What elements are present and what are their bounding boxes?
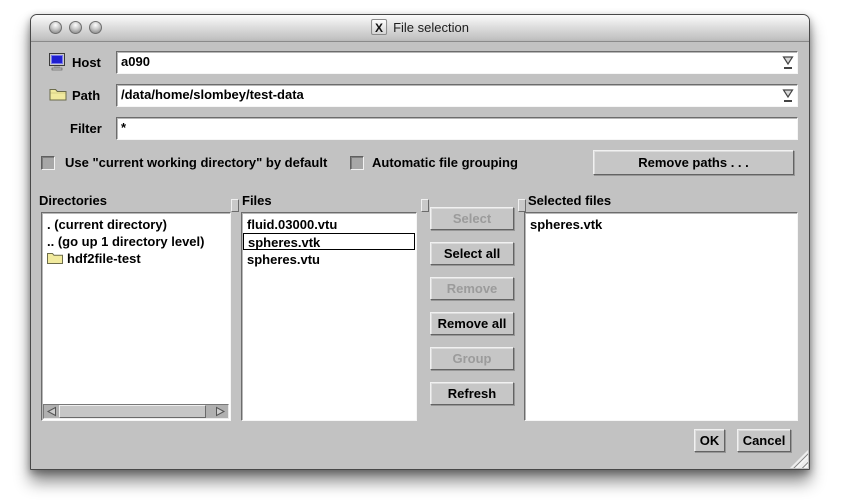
list-item[interactable]: .. (go up 1 directory level) [43, 233, 229, 250]
refresh-button[interactable]: Refresh [430, 382, 514, 405]
list-item[interactable]: fluid.03000.vtu [243, 216, 415, 233]
files-panel-label: Files [242, 193, 272, 208]
host-value: a090 [121, 54, 150, 69]
scrollbar-thumb[interactable] [59, 405, 206, 418]
path-dropdown-icon[interactable] [781, 88, 795, 104]
host-label: Host [72, 53, 101, 73]
select-button[interactable]: Select [430, 207, 514, 230]
splitter-handle[interactable] [518, 199, 526, 212]
list-item-selected[interactable]: spheres.vtk [243, 233, 415, 250]
host-input[interactable]: a090 [116, 51, 798, 74]
resize-grip[interactable] [790, 450, 808, 468]
window-minimize-button[interactable] [69, 21, 82, 34]
list-item[interactable]: . (current directory) [43, 216, 229, 233]
file-selection-window: X File selection Host a090 [30, 14, 810, 470]
path-input[interactable]: /data/home/slombey/test-data [116, 84, 798, 107]
list-item[interactable]: spheres.vtu [243, 251, 415, 268]
file-name: spheres.vtk [248, 235, 320, 250]
selected-files-panel-label: Selected files [528, 193, 611, 208]
directory-name: hdf2file-test [67, 251, 141, 266]
use-cwd-checkbox[interactable] [41, 156, 55, 170]
host-dropdown-icon[interactable] [781, 55, 795, 71]
select-all-button[interactable]: Select all [430, 242, 514, 265]
horizontal-scrollbar[interactable] [43, 404, 229, 419]
scroll-right-icon[interactable] [213, 405, 228, 418]
x11-app-icon: X [371, 19, 387, 35]
scroll-left-icon[interactable] [44, 405, 59, 418]
splitter-handle[interactable] [231, 199, 239, 212]
remove-paths-button[interactable]: Remove paths . . . [593, 150, 794, 175]
auto-grouping-checkbox[interactable] [350, 156, 364, 170]
selected-file-name: spheres.vtk [530, 217, 602, 232]
directories-panel-label: Directories [39, 193, 107, 208]
path-label: Path [72, 86, 100, 106]
window-close-button[interactable] [49, 21, 62, 34]
path-value: /data/home/slombey/test-data [121, 87, 304, 102]
file-name: spheres.vtu [247, 252, 320, 267]
remove-button[interactable]: Remove [430, 277, 514, 300]
list-item[interactable]: spheres.vtk [526, 216, 796, 233]
filter-label: Filter [70, 119, 102, 139]
filter-value: * [121, 120, 126, 135]
window-zoom-button[interactable] [89, 21, 102, 34]
selected-files-list[interactable]: spheres.vtk [524, 212, 798, 421]
computer-icon [49, 53, 68, 76]
files-list[interactable]: fluid.03000.vtu spheres.vtk spheres.vtu [241, 212, 417, 421]
window-title: File selection [393, 20, 469, 35]
titlebar[interactable]: X File selection [31, 15, 809, 42]
cancel-button[interactable]: Cancel [737, 429, 791, 452]
splitter-handle[interactable] [421, 199, 429, 212]
folder-icon [47, 251, 63, 267]
ok-button[interactable]: OK [694, 429, 725, 452]
directories-list[interactable]: . (current directory) .. (go up 1 direct… [41, 212, 231, 421]
file-name: fluid.03000.vtu [247, 217, 337, 232]
directory-name: .. (go up 1 directory level) [47, 234, 204, 249]
group-button[interactable]: Group [430, 347, 514, 370]
folder-icon [49, 87, 67, 106]
list-item[interactable]: hdf2file-test [43, 250, 229, 267]
desktop-background: X File selection Host a090 [0, 0, 844, 500]
remove-all-button[interactable]: Remove all [430, 312, 514, 335]
use-cwd-label: Use "current working directory" by defau… [65, 154, 327, 172]
window-title-group: X File selection [371, 19, 469, 35]
auto-grouping-label: Automatic file grouping [372, 154, 518, 172]
directory-name: . (current directory) [47, 217, 167, 232]
filter-input[interactable]: * [116, 117, 798, 140]
